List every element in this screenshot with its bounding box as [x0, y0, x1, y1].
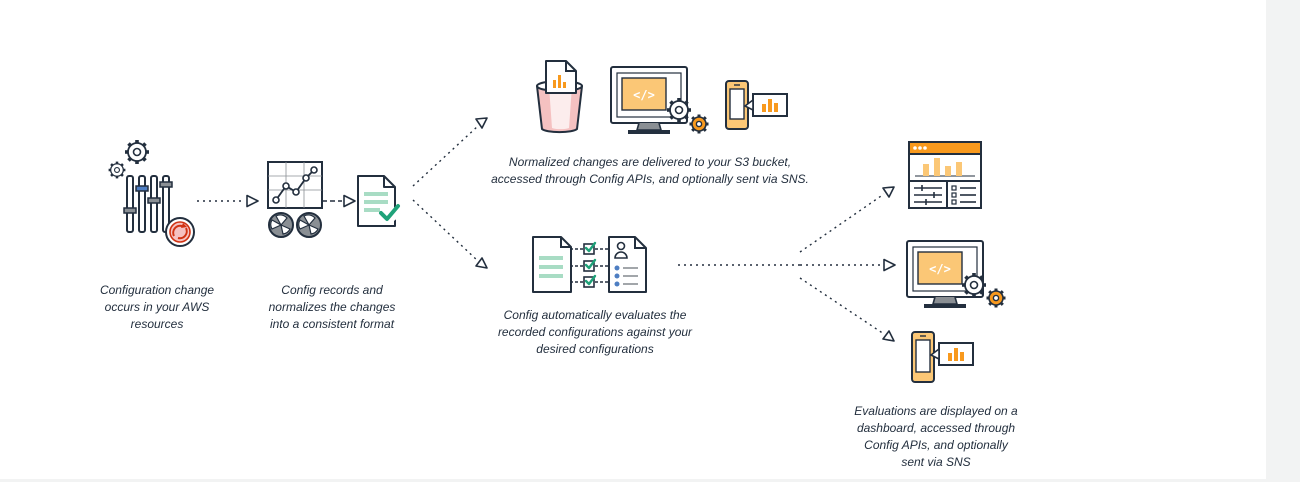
- diagram-canvas: </> </>: [107, 60, 1007, 383]
- dashboard-icon: [908, 141, 982, 209]
- caption-line: accessed through Config APIs, and option…: [491, 172, 809, 186]
- api-monitor-gear-icon: </>: [610, 66, 710, 135]
- caption-evaluations-displayed: Evaluations are displayed on a dashboard…: [846, 403, 1026, 471]
- flow-arrow-normalize: [322, 194, 356, 208]
- caption-config-records: Config records and normalizes the change…: [252, 282, 412, 333]
- caption-line: into a consistent format: [269, 317, 395, 331]
- configuration-sliders-gears-icon: [107, 138, 195, 247]
- caption-line: Config APIs, and optionally: [864, 438, 1008, 452]
- caption-line: Normalized changes are delivered to your…: [508, 155, 792, 169]
- caption-line: resources: [130, 317, 184, 331]
- s3-bucket-icon: [536, 60, 583, 134]
- flow-arrow-evaluate: [412, 199, 488, 269]
- normalized-document-check-icon: [357, 175, 400, 227]
- svg-text:</>: </>: [929, 262, 951, 276]
- caption-configuration-change: Configuration change occurs in your AWS …: [82, 282, 232, 333]
- api-monitor-gear-icon: </>: [906, 240, 1007, 309]
- caption-delivery: Normalized changes are delivered to your…: [470, 154, 830, 188]
- caption-line: dashboard, accessed through: [856, 421, 1016, 435]
- caption-line: sent via SNS: [901, 455, 971, 469]
- page-side-strip: [1266, 0, 1300, 482]
- caption-line: Configuration change: [99, 283, 215, 297]
- svg-text:</>: </>: [633, 88, 655, 102]
- flow-arrow-record: [197, 194, 259, 208]
- sns-mobile-icon: [911, 331, 974, 383]
- aws-config-flow-diagram: </> </> Configuration change occurs in y…: [0, 0, 1300, 482]
- caption-line: desired configurations: [536, 342, 654, 356]
- config-record-graph-icon: [267, 161, 323, 238]
- caption-evaluation: Config automatically evaluates the recor…: [480, 307, 710, 358]
- caption-line: Config automatically evaluates the: [503, 308, 687, 322]
- rules-evaluation-icon: [532, 236, 647, 293]
- caption-line: recorded configurations against your: [497, 325, 693, 339]
- caption-line: Evaluations are displayed on a: [854, 404, 1018, 418]
- sns-mobile-icon: [725, 80, 788, 130]
- caption-line: normalizes the changes: [268, 300, 396, 314]
- flow-arrow-results: [678, 186, 896, 342]
- caption-line: occurs in your AWS: [104, 300, 210, 314]
- caption-line: Config records and: [281, 283, 383, 297]
